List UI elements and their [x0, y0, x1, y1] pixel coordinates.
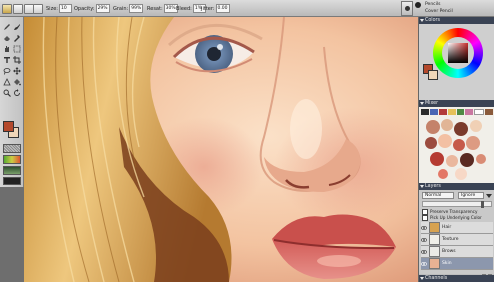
shape-icon[interactable]	[3, 78, 11, 86]
grain-label: Grain:	[113, 5, 129, 12]
jitter-control[interactable]: Jitter: 0.00	[201, 4, 230, 13]
selection-icon[interactable]	[13, 45, 21, 53]
hue-ring[interactable]	[433, 28, 483, 78]
grain-control[interactable]: Grain: 99%	[113, 4, 144, 13]
brush-icon[interactable]	[13, 23, 21, 31]
painting	[24, 17, 418, 282]
resat-label: Resat:	[147, 5, 163, 12]
colors-panel	[419, 24, 494, 100]
composite-method-select[interactable]: Normal	[422, 192, 454, 199]
mixer-pad[interactable]	[419, 107, 494, 183]
eye-icon[interactable]	[421, 249, 427, 255]
preserve-transparency-label: Preserve Transparency	[430, 209, 478, 214]
layer-row-texture[interactable]: Texture	[421, 234, 493, 246]
pick-up-color-checkbox[interactable]	[422, 214, 428, 221]
eye-icon[interactable]	[421, 261, 427, 267]
brush-tool-icon[interactable]	[2, 3, 12, 14]
layers-panel: Normal Ignore Preserve Transparency Pick…	[419, 190, 494, 274]
pattern-selector[interactable]	[3, 166, 21, 175]
mixer-panel-title[interactable]: Mixer	[419, 100, 494, 107]
text-icon[interactable]	[3, 56, 11, 64]
brush-options-icon[interactable]	[33, 3, 43, 14]
layer-row-brows[interactable]: Brows	[421, 246, 493, 258]
layer-row-skin-selected[interactable]: Skin	[421, 258, 493, 270]
dab-preview-icon	[415, 2, 421, 8]
saturation-value-square[interactable]	[448, 43, 468, 63]
grain-field[interactable]: 99%	[129, 4, 144, 13]
layer-row-hair[interactable]: Hair	[421, 222, 493, 234]
weave-selector[interactable]	[3, 177, 21, 185]
property-bar: Size: 10 Opacity: 29% Grain: 99% Resat: …	[0, 0, 494, 17]
brush-category[interactable]: Pencils	[425, 2, 485, 8]
layer-name: Brows	[442, 249, 456, 254]
layer-thumbnail	[429, 258, 440, 269]
brush-dab-icon	[405, 6, 410, 11]
layer-thumbnail	[429, 234, 440, 245]
stroke-type-buttons[interactable]	[13, 3, 34, 14]
jitter-field[interactable]: 0.00	[215, 4, 230, 13]
eraser-icon[interactable]	[3, 34, 11, 42]
collapse-triangle-icon[interactable]	[420, 277, 424, 280]
pencil-icon[interactable]	[3, 23, 11, 31]
composite-depth-select[interactable]: Ignore	[458, 192, 484, 199]
magnifier-icon[interactable]	[3, 89, 11, 97]
layers-panel-title[interactable]: Layers	[419, 183, 494, 190]
mixer-paint-blobs	[425, 119, 486, 180]
colors-secondary-swatch[interactable]	[428, 70, 438, 80]
freehand-stroke-icon[interactable]	[13, 3, 23, 14]
paper-selector[interactable]	[3, 144, 21, 153]
preserve-transparency-row[interactable]: Preserve Transparency	[422, 208, 492, 215]
grabber-icon[interactable]	[3, 45, 11, 53]
layer-name: Texture	[442, 237, 459, 242]
canvas[interactable]	[24, 17, 418, 282]
bucket-icon[interactable]	[13, 78, 21, 86]
mixer-swatches[interactable]	[421, 109, 493, 115]
size-label: Size:	[46, 5, 58, 12]
layer-name: Hair	[442, 225, 452, 230]
size-field[interactable]: 10	[58, 4, 72, 13]
colors-panel-title[interactable]: Colors	[419, 17, 494, 24]
move-icon[interactable]	[13, 67, 21, 75]
rotate-icon[interactable]	[13, 89, 21, 97]
opacity-field[interactable]: 29%	[95, 4, 110, 13]
brush-selector-button[interactable]	[401, 1, 413, 16]
layer-options-icon[interactable]	[486, 192, 492, 199]
pick-up-color-row[interactable]: Pick Up Underlying Color	[422, 214, 492, 221]
dropper-icon[interactable]	[13, 34, 21, 42]
channels-panel-title[interactable]: Channels	[419, 275, 494, 282]
crop-icon[interactable]	[13, 56, 21, 64]
eye-icon[interactable]	[421, 225, 427, 231]
collapse-triangle-icon[interactable]	[420, 185, 424, 188]
panel-dock: Colors Mixer Layers Normal Ignore Preser…	[418, 17, 494, 282]
opacity-label: Opacity:	[74, 5, 95, 12]
layer-thumbnail	[429, 222, 440, 233]
layer-name: Skin	[442, 261, 452, 266]
toolbox	[0, 17, 24, 187]
jitter-label: Jitter:	[201, 5, 215, 12]
bleed-label: Bleed:	[176, 5, 192, 12]
gradient-selector[interactable]	[3, 155, 21, 164]
size-control[interactable]: Size: 10	[46, 4, 72, 13]
brush-variant[interactable]: Cover Pencil	[425, 9, 485, 15]
eye-icon[interactable]	[421, 237, 427, 243]
layer-thumbnail	[429, 246, 440, 257]
main-color-swatch[interactable]	[3, 121, 14, 132]
resat-control[interactable]: Resat: 30%	[147, 4, 178, 13]
collapse-triangle-icon[interactable]	[420, 19, 424, 22]
pick-up-color-label: Pick Up Underlying Color	[430, 215, 482, 220]
lasso-icon[interactable]	[3, 67, 11, 75]
collapse-triangle-icon[interactable]	[420, 102, 424, 105]
opacity-control[interactable]: Opacity: 29%	[74, 4, 110, 13]
opacity-slider[interactable]	[422, 201, 492, 208]
